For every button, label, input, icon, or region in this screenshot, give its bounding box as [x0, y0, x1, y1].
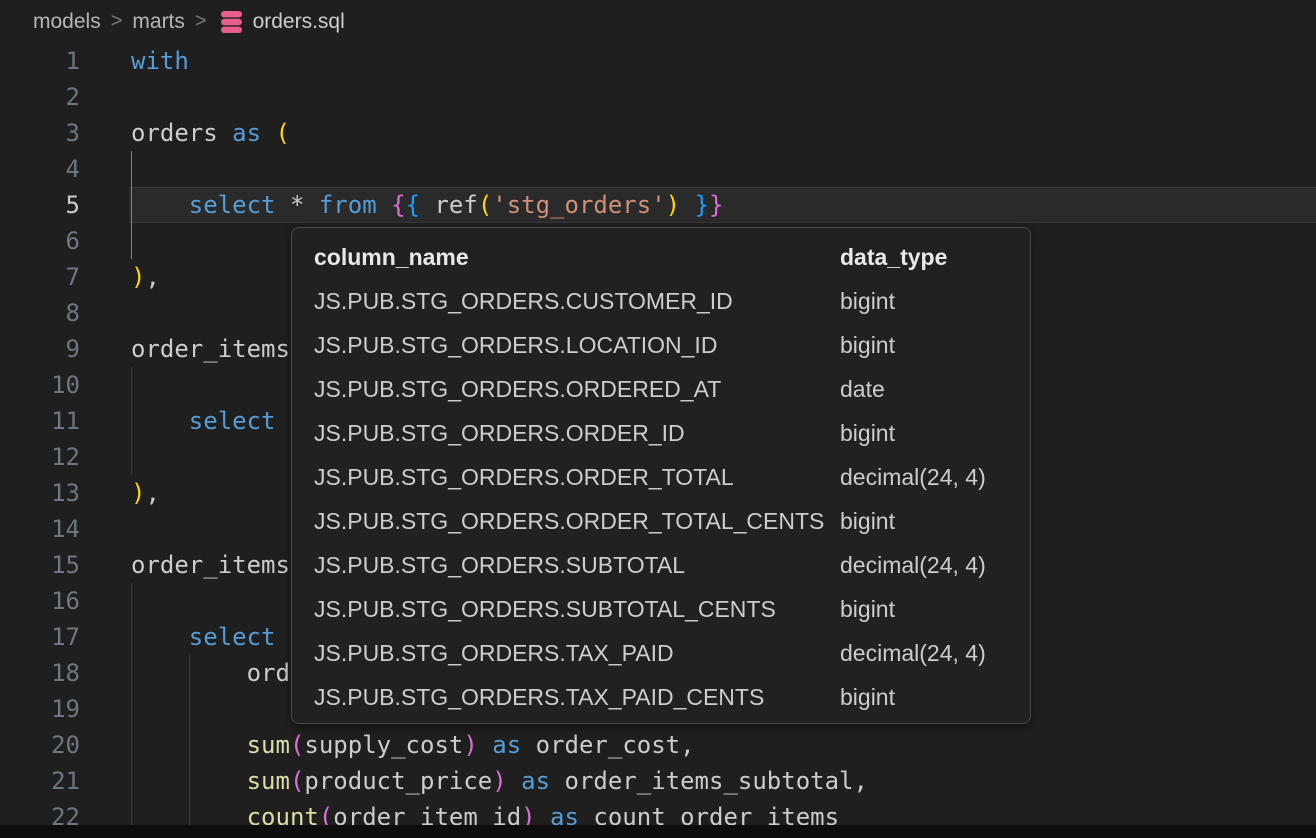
panel-edge: [0, 825, 1316, 838]
line-number[interactable]: 15: [0, 547, 80, 583]
code-text: sum(product_price) as order_items_subtot…: [131, 763, 868, 799]
data-type-cell: bigint: [840, 288, 895, 315]
line-number[interactable]: 7: [0, 259, 80, 295]
chevron-right-icon: >: [111, 10, 123, 33]
column-name-cell: JS.PUB.STG_ORDERS.ORDER_TOTAL: [314, 464, 840, 491]
column-name-cell: JS.PUB.STG_ORDERS.ORDERED_AT: [314, 376, 840, 403]
data-type-cell: bigint: [840, 596, 895, 623]
code-text: ),: [131, 259, 160, 295]
line-number[interactable]: 14: [0, 511, 80, 547]
database-icon: [219, 9, 244, 35]
code-line-21[interactable]: 21 sum(product_price) as order_items_sub…: [0, 763, 1316, 799]
line-number[interactable]: 21: [0, 763, 80, 799]
column-name-cell: JS.PUB.STG_ORDERS.ORDER_ID: [314, 420, 840, 447]
line-number[interactable]: 13: [0, 475, 80, 511]
line-number[interactable]: 12: [0, 439, 80, 475]
data-type-cell: date: [840, 376, 885, 403]
breadcrumb: models > marts > orders.sql: [0, 0, 1316, 43]
code-text: sum(supply_cost) as order_cost,: [131, 727, 695, 763]
indent-guide: [189, 691, 190, 727]
breadcrumb-item-models[interactable]: models: [33, 10, 101, 34]
line-number[interactable]: 16: [0, 583, 80, 619]
code-line-1[interactable]: 1 with: [0, 43, 1316, 79]
hover-table-row: JS.PUB.STG_ORDERS.SUBTOTAL_CENTSbigint: [292, 587, 1030, 631]
code-text: orders as (: [131, 115, 290, 151]
hover-table-row: JS.PUB.STG_ORDERS.CUSTOMER_IDbigint: [292, 279, 1030, 323]
hover-table-row: JS.PUB.STG_ORDERS.LOCATION_IDbigint: [292, 323, 1030, 367]
hover-table-row: JS.PUB.STG_ORDERS.ORDER_IDbigint: [292, 411, 1030, 455]
code-text: order_items: [131, 547, 290, 583]
line-number[interactable]: 11: [0, 403, 80, 439]
code-text: order_items: [131, 331, 290, 367]
data-type-cell: decimal(24, 4): [840, 640, 986, 667]
code-text: with: [131, 43, 189, 79]
hover-popup: column_namedata_typeJS.PUB.STG_ORDERS.CU…: [291, 227, 1031, 724]
line-number[interactable]: 9: [0, 331, 80, 367]
code-line-5[interactable]: 5 select * from {{ ref('stg_orders') }}: [0, 187, 1316, 223]
chevron-right-icon: >: [195, 10, 207, 33]
hover-table-row: JS.PUB.STG_ORDERS.ORDERED_ATdate: [292, 367, 1030, 411]
code-line-20[interactable]: 20 sum(supply_cost) as order_cost,: [0, 727, 1316, 763]
data-type-cell: decimal(24, 4): [840, 552, 986, 579]
breadcrumb-item-marts[interactable]: marts: [132, 10, 185, 34]
data-type-cell: bigint: [840, 332, 895, 359]
data-type-cell: bigint: [840, 684, 895, 711]
column-name-cell: JS.PUB.STG_ORDERS.TAX_PAID: [314, 640, 840, 667]
column-name-cell: JS.PUB.STG_ORDERS.SUBTOTAL_CENTS: [314, 596, 840, 623]
code-text: select: [131, 403, 276, 439]
column-name-cell: JS.PUB.STG_ORDERS.CUSTOMER_ID: [314, 288, 840, 315]
indent-guide: [131, 583, 132, 619]
code-line-2[interactable]: 2: [0, 79, 1316, 115]
hover-table-row: JS.PUB.STG_ORDERS.TAX_PAID_CENTSbigint: [292, 675, 1030, 719]
line-number[interactable]: 10: [0, 367, 80, 403]
code-line-3[interactable]: 3 orders as (: [0, 115, 1316, 151]
line-number[interactable]: 2: [0, 79, 80, 115]
indent-guide: [131, 151, 132, 187]
hover-table-row: JS.PUB.STG_ORDERS.ORDER_TOTAL_CENTSbigin…: [292, 499, 1030, 543]
indent-guide: [131, 691, 132, 727]
column-name-cell: JS.PUB.STG_ORDERS.SUBTOTAL: [314, 552, 840, 579]
hover-table-row: JS.PUB.STG_ORDERS.TAX_PAIDdecimal(24, 4): [292, 631, 1030, 675]
hover-table-row: JS.PUB.STG_ORDERS.SUBTOTALdecimal(24, 4): [292, 543, 1030, 587]
line-number[interactable]: 6: [0, 223, 80, 259]
column-name-cell: JS.PUB.STG_ORDERS.TAX_PAID_CENTS: [314, 684, 840, 711]
code-text: select * from {{ ref('stg_orders') }}: [131, 187, 723, 223]
code-line-4[interactable]: 4: [0, 151, 1316, 187]
column-name-cell: JS.PUB.STG_ORDERS.LOCATION_ID: [314, 332, 840, 359]
line-number[interactable]: 4: [0, 151, 80, 187]
line-number[interactable]: 8: [0, 295, 80, 331]
data-type-cell: decimal(24, 4): [840, 464, 986, 491]
column-name-cell: JS.PUB.STG_ORDERS.ORDER_TOTAL_CENTS: [314, 508, 840, 535]
line-number[interactable]: 1: [0, 43, 80, 79]
line-number[interactable]: 5: [0, 187, 80, 223]
data-type-cell: bigint: [840, 508, 895, 535]
data-type-header: data_type: [840, 244, 947, 271]
indent-guide: [131, 439, 132, 475]
code-text: ord: [131, 655, 290, 691]
breadcrumb-file-name[interactable]: orders.sql: [253, 10, 345, 34]
editor-window: models > marts > orders.sql 1 with 23 order…: [0, 0, 1316, 838]
hover-table-header: column_namedata_type: [292, 235, 1030, 279]
line-number[interactable]: 20: [0, 727, 80, 763]
data-type-cell: bigint: [840, 420, 895, 447]
indent-guide: [131, 223, 132, 259]
line-number[interactable]: 3: [0, 115, 80, 151]
line-number[interactable]: 18: [0, 655, 80, 691]
code-text: ),: [131, 475, 160, 511]
line-number[interactable]: 19: [0, 691, 80, 727]
code-text: select: [131, 619, 276, 655]
column-name-header: column_name: [314, 244, 840, 271]
hover-table-row: JS.PUB.STG_ORDERS.ORDER_TOTALdecimal(24,…: [292, 455, 1030, 499]
line-number[interactable]: 17: [0, 619, 80, 655]
indent-guide: [131, 367, 132, 403]
